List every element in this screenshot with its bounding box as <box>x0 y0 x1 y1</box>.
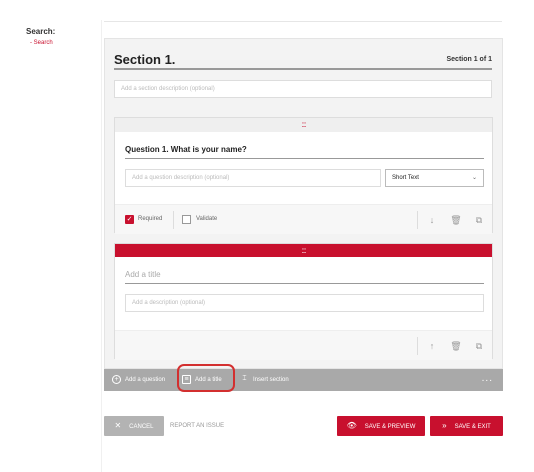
eye-icon: 👁 <box>346 421 357 430</box>
copy-icon[interactable]: ⧉ <box>472 213 486 227</box>
save-exit-button[interactable]: » SAVE & EXIT <box>430 416 503 436</box>
question-type-select[interactable]: Short Text ⌄ <box>385 169 484 187</box>
arrow-down-icon[interactable]: ↓ <box>425 213 439 227</box>
required-checkbox[interactable]: ✓ <box>125 215 134 224</box>
question-title[interactable]: Question 1. What is your name? <box>125 145 247 154</box>
question-footer: ✓ Required Validate ↓ 🗑 ⧉ <box>115 204 492 234</box>
copy-icon[interactable]: ⧉ <box>472 339 486 353</box>
sidebar-title: Search: <box>26 27 56 36</box>
cancel-button[interactable]: ✕ CANCEL <box>104 416 164 436</box>
form-toolbar: + Add a question ≡ Add a title ⌶ Insert sec… <box>104 369 503 391</box>
arrow-up-icon[interactable]: ↑ <box>425 339 439 353</box>
sidebar: Search: - Search <box>0 0 100 472</box>
main-divider <box>101 20 102 472</box>
question-title-underline <box>125 158 484 159</box>
highlight-annotation <box>177 364 235 392</box>
chevron-down-icon: ⌄ <box>471 175 477 181</box>
add-question-label: Add a question <box>125 377 166 383</box>
close-icon: ✕ <box>114 421 122 430</box>
cancel-label: CANCEL <box>129 424 154 430</box>
title-block-card: ::: Add a title Add a description (optio… <box>114 243 493 360</box>
insert-section-button[interactable]: ⌶ Insert section <box>240 369 289 391</box>
section-title-underline <box>114 68 492 70</box>
sidebar-search-link[interactable]: - Search <box>30 40 53 46</box>
drag-handle-icon[interactable]: ::: <box>115 118 492 132</box>
chevrons-right-icon: » <box>442 421 447 430</box>
top-panel-edge <box>104 0 502 22</box>
save-preview-button[interactable]: 👁 SAVE & PREVIEW <box>337 416 425 436</box>
save-exit-label: SAVE & EXIT <box>454 424 491 430</box>
divider <box>417 337 418 355</box>
trash-icon[interactable]: 🗑 <box>449 339 463 353</box>
drag-handle-icon[interactable]: ::: <box>115 244 492 257</box>
section-description-input[interactable]: Add a section description (optional) <box>114 80 492 98</box>
checkmark-icon: ✓ <box>126 216 133 223</box>
question-description-input[interactable]: Add a question description (optional) <box>125 169 381 187</box>
section-count: Section 1 of 1 <box>446 56 492 63</box>
plus-circle-icon: + <box>112 374 121 384</box>
save-preview-label: SAVE & PREVIEW <box>364 424 416 430</box>
section-title: Section 1. <box>114 52 176 67</box>
title-underline <box>125 283 484 284</box>
divider <box>417 211 418 229</box>
add-question-button[interactable]: + Add a question <box>112 369 165 391</box>
trash-icon[interactable]: 🗑 <box>449 213 463 227</box>
validate-label: Validate <box>196 216 218 222</box>
question-card: ::: Question 1. What is your name? Add a… <box>114 117 493 234</box>
insert-section-label: Insert section <box>253 377 289 383</box>
title-description-input[interactable]: Add a description (optional) <box>125 294 484 312</box>
insert-section-icon: ⌶ <box>242 374 247 382</box>
more-icon[interactable]: ... <box>482 369 493 391</box>
report-issue-link[interactable]: REPORT AN ISSUE <box>170 423 224 429</box>
question-type-value: Short Text <box>392 175 419 181</box>
divider <box>173 211 174 229</box>
required-label: Required <box>138 216 163 222</box>
title-input[interactable]: Add a title <box>125 270 161 279</box>
validate-checkbox[interactable] <box>182 215 191 224</box>
title-block-footer: ↑ 🗑 ⧉ <box>115 330 492 360</box>
